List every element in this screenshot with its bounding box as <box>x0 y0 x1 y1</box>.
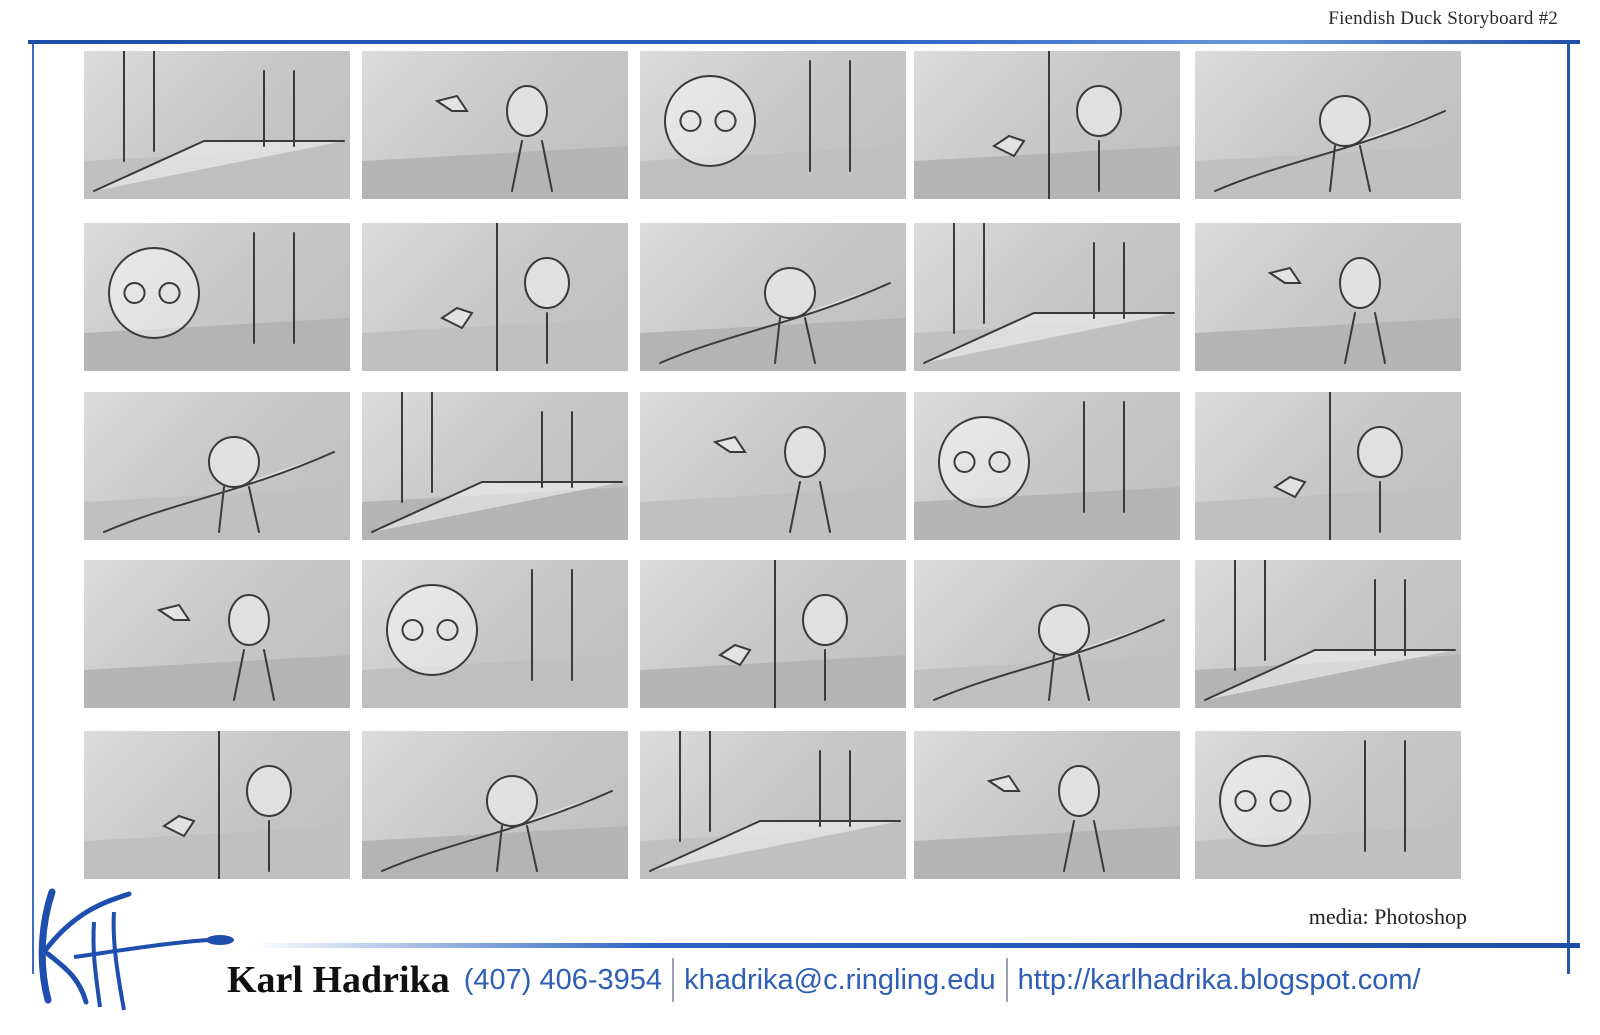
storyboard-panel-duckling-spin <box>362 560 628 708</box>
storyboard-panel-goose-walking <box>914 560 1180 708</box>
panel-floor <box>640 655 906 708</box>
panel-floor <box>84 826 350 879</box>
email-link[interactable]: khadrika@c.ringling.edu <box>684 964 996 997</box>
footer-separator <box>672 958 675 1002</box>
storyboard-panel-duckling-hit <box>640 51 906 199</box>
storyboard-panel-goose-body <box>362 731 628 879</box>
author-name: Karl Hadrika <box>227 959 450 1001</box>
storyboard-panel-duckling-worried <box>1195 392 1461 540</box>
signature-logo <box>38 888 234 1011</box>
footer-separator <box>1005 958 1008 1002</box>
panel-sketch <box>914 765 1180 879</box>
storyboard-panel-duckling-hugging-goose <box>1195 731 1461 879</box>
panel-sketch <box>1195 257 1461 371</box>
phone-number: (407) 406-3954 <box>463 963 663 996</box>
storyboard-panel-duck-face-top <box>640 223 906 371</box>
bottom-rule <box>250 943 1580 948</box>
panel-sketch <box>84 232 350 371</box>
media-note: media: Photoshop <box>1308 904 1467 929</box>
panel-sketch <box>362 223 628 371</box>
storyboard-panel-goose-eye <box>640 731 906 879</box>
panel-sketch <box>1195 560 1461 708</box>
panel-sketch <box>1195 740 1461 879</box>
panel-floor <box>1195 318 1461 371</box>
storyboard-panel-board-through-wall-2 <box>362 223 628 371</box>
storyboard-panel-wall-burst <box>914 51 1180 199</box>
panel-sketch <box>1195 95 1461 199</box>
panel-sketch <box>914 51 1180 199</box>
storyboard-panel-duckling-worried-2 <box>84 560 350 708</box>
panel-sketch <box>640 560 906 708</box>
panel-floor <box>914 146 1180 199</box>
panel-floor <box>362 146 628 199</box>
panel-floor <box>640 487 906 540</box>
website-link[interactable]: http://karlhadrika.blogspot.com/ <box>1018 964 1421 997</box>
panel-sketch <box>362 569 628 708</box>
panel-floor <box>84 655 350 708</box>
storyboard-panel-duck-face-angry <box>1195 223 1461 371</box>
panel-sketch <box>362 392 628 540</box>
storyboard-panel-alley-wide <box>84 392 350 540</box>
storyboard-panel-duckling-far <box>640 392 906 540</box>
panel-floor <box>1195 487 1461 540</box>
panel-sketch <box>640 731 906 879</box>
panel-sketch <box>640 426 906 540</box>
panel-sketch <box>914 223 1180 371</box>
storyboard-panel-corn-bag <box>640 560 906 708</box>
storyboard-panel-empty-alley <box>84 51 350 199</box>
panel-floor <box>362 318 628 371</box>
document-title: Fiendish Duck Storyboard #2 <box>1328 8 1558 29</box>
panel-floor <box>914 826 1180 879</box>
storyboard-panel-duckling-crying <box>914 731 1180 879</box>
contact-footer: Karl Hadrika (407) 406-3954 khadrika@c.r… <box>227 955 1421 1005</box>
panel-sketch <box>362 85 628 199</box>
storyboard-panel-goose-appears <box>914 392 1180 540</box>
panel-sketch <box>362 775 628 879</box>
storyboard-panel-duckling-by-hole <box>1195 51 1461 199</box>
panel-sketch <box>914 604 1180 708</box>
storyboard-panel-duck-face-scream <box>914 223 1180 371</box>
panel-sketch <box>1195 392 1461 540</box>
panel-sketch <box>84 51 350 199</box>
storyboard-grid <box>84 51 1464 881</box>
storyboard-panel-corn-scatter <box>84 731 350 879</box>
storyboard-panel-board-through-wall <box>84 223 350 371</box>
panel-sketch <box>914 401 1180 540</box>
panel-sketch <box>84 436 350 540</box>
panel-sketch <box>640 60 906 199</box>
storyboard-panel-duckling-running <box>362 392 628 540</box>
panel-sketch <box>84 594 350 708</box>
storyboard-panel-duckling-closeup <box>362 51 628 199</box>
panel-sketch <box>640 267 906 371</box>
storyboard-panel-corn-bag-2 <box>1195 560 1461 708</box>
panel-sketch <box>84 731 350 879</box>
